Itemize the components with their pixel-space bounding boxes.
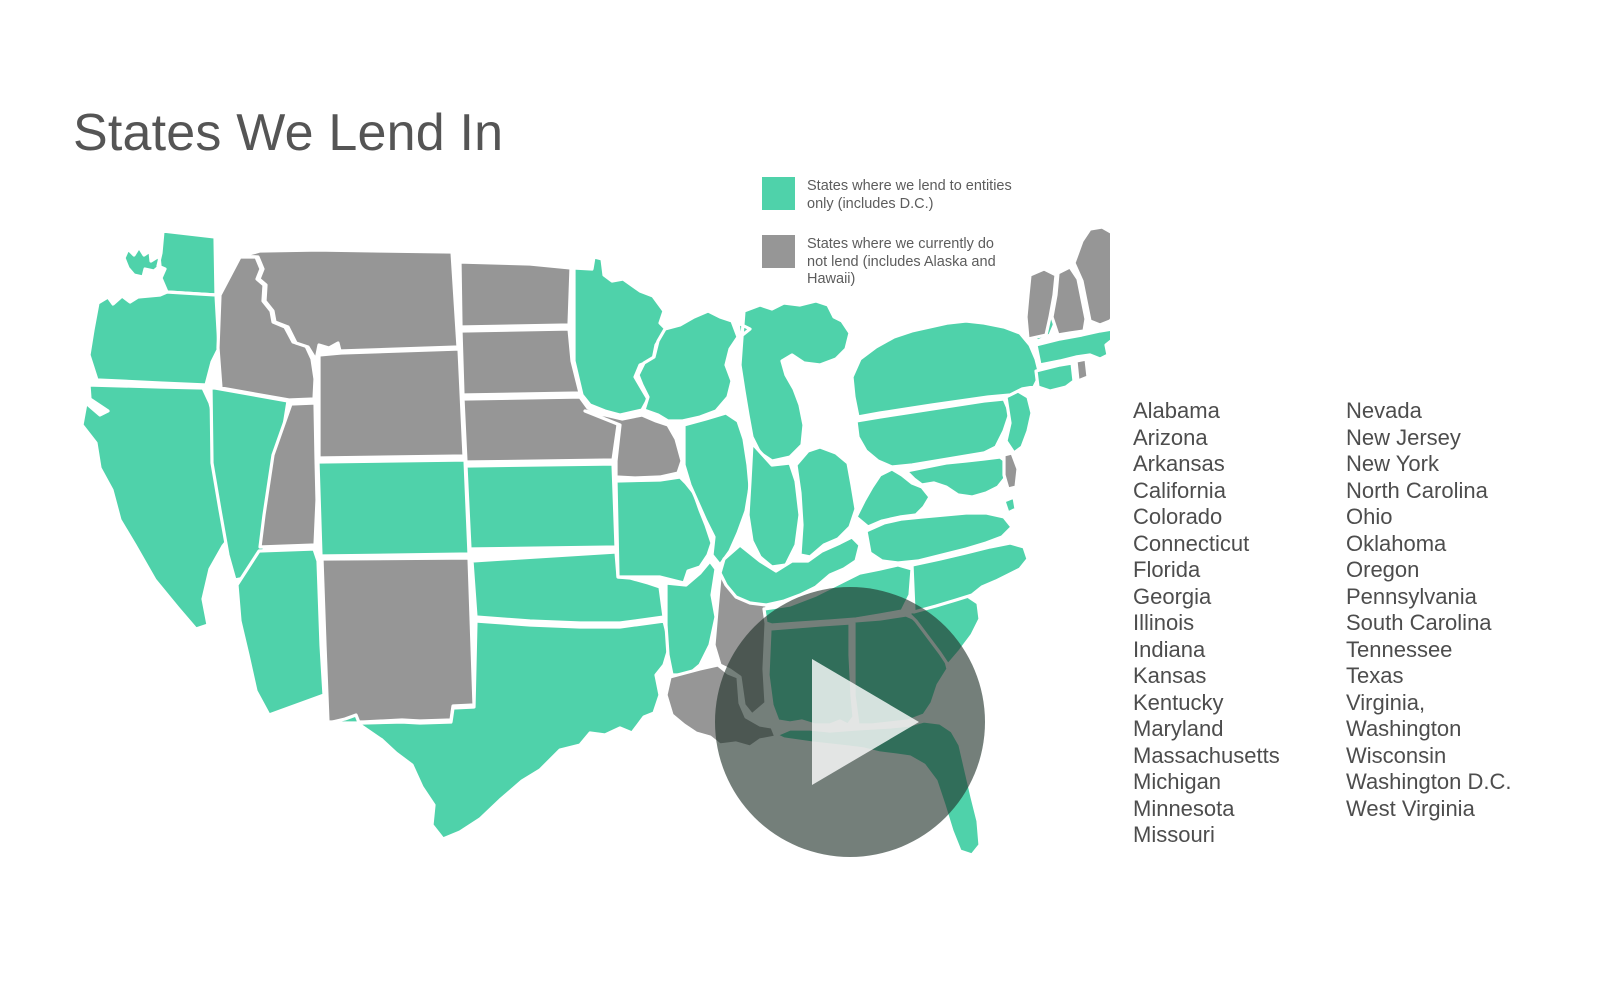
state-list-item: Kansas	[1133, 663, 1207, 688]
state-list-item: Oregon	[1346, 557, 1420, 582]
state-NM	[322, 558, 474, 722]
us-choropleth-map	[60, 225, 1110, 865]
states-list-column-1: Alabama Arizona Arkansas California Colorado…	[1133, 398, 1298, 849]
state-list-item: Wisconsin	[1346, 742, 1447, 768]
state-CT	[1036, 363, 1074, 391]
state-list-item: North Carolina	[1346, 477, 1488, 503]
state-list-item: Nevada	[1346, 398, 1422, 423]
legend-item-lend-label: States where we lend to entities only (i…	[807, 178, 1012, 212]
state-list-item: Pennsylvania	[1346, 583, 1477, 609]
state-CO	[318, 460, 469, 556]
state-DE	[1004, 453, 1018, 489]
state-list-item: Washington	[1346, 716, 1462, 741]
state-list-item: Arizona	[1133, 424, 1208, 450]
state-NJ	[1006, 391, 1032, 453]
state-list-item: Illinois	[1133, 610, 1195, 635]
state-list-item: Texas	[1346, 663, 1404, 688]
state-list-item: Washington D.C.	[1346, 769, 1512, 794]
state-SD	[461, 329, 580, 395]
green-square-swatch-icon	[762, 177, 795, 210]
state-ND	[460, 262, 571, 327]
state-list-item: Oklahoma	[1346, 530, 1447, 556]
state-list-item: Minnesota	[1133, 795, 1235, 821]
state-list-item: California	[1133, 477, 1226, 503]
state-list-item: Indiana	[1133, 636, 1206, 662]
states-list-column-2: Nevada New Jersey New York North Carolina Oh…	[1346, 398, 1531, 849]
state-list-item: Tennessee	[1346, 636, 1453, 662]
state-list-item: South Carolina	[1346, 610, 1492, 635]
state-list-item: Kentucky	[1133, 689, 1224, 715]
state-AZ	[237, 549, 324, 715]
legend-item-lend: States where we lend to entities only (i…	[762, 177, 1022, 213]
state-list-item: Virginia,	[1346, 689, 1426, 715]
state-list-item: New Jersey	[1346, 424, 1461, 450]
page-title: States We Lend In	[73, 104, 504, 162]
state-list-item: Massachusetts	[1133, 742, 1280, 768]
state-list-item: Connecticut	[1133, 530, 1250, 556]
state-list-item: Colorado	[1133, 504, 1223, 529]
state-list-item: West Virginia	[1346, 795, 1475, 821]
state-list-item: Georgia	[1133, 583, 1212, 609]
state-list-item: Maryland	[1133, 716, 1224, 741]
state-KS	[466, 464, 616, 549]
state-list-item: Alabama	[1133, 398, 1220, 423]
state-list-item: New York	[1346, 451, 1439, 476]
state-RI	[1076, 359, 1088, 381]
state-list-item: Ohio	[1346, 504, 1393, 529]
state-list-item: Arkansas	[1133, 451, 1225, 476]
state-WY	[319, 349, 464, 458]
state-WA	[124, 231, 216, 295]
play-video-button[interactable]	[715, 587, 985, 857]
state-list-item: Florida	[1133, 557, 1201, 582]
state-OR	[89, 292, 219, 385]
state-MI	[738, 301, 850, 461]
states-list: Alabama Arizona Arkansas California Colorado…	[1133, 398, 1531, 849]
state-list-item: Michigan	[1133, 769, 1222, 794]
play-triangle-icon	[812, 659, 919, 785]
state-list-item: Missouri	[1133, 822, 1215, 847]
